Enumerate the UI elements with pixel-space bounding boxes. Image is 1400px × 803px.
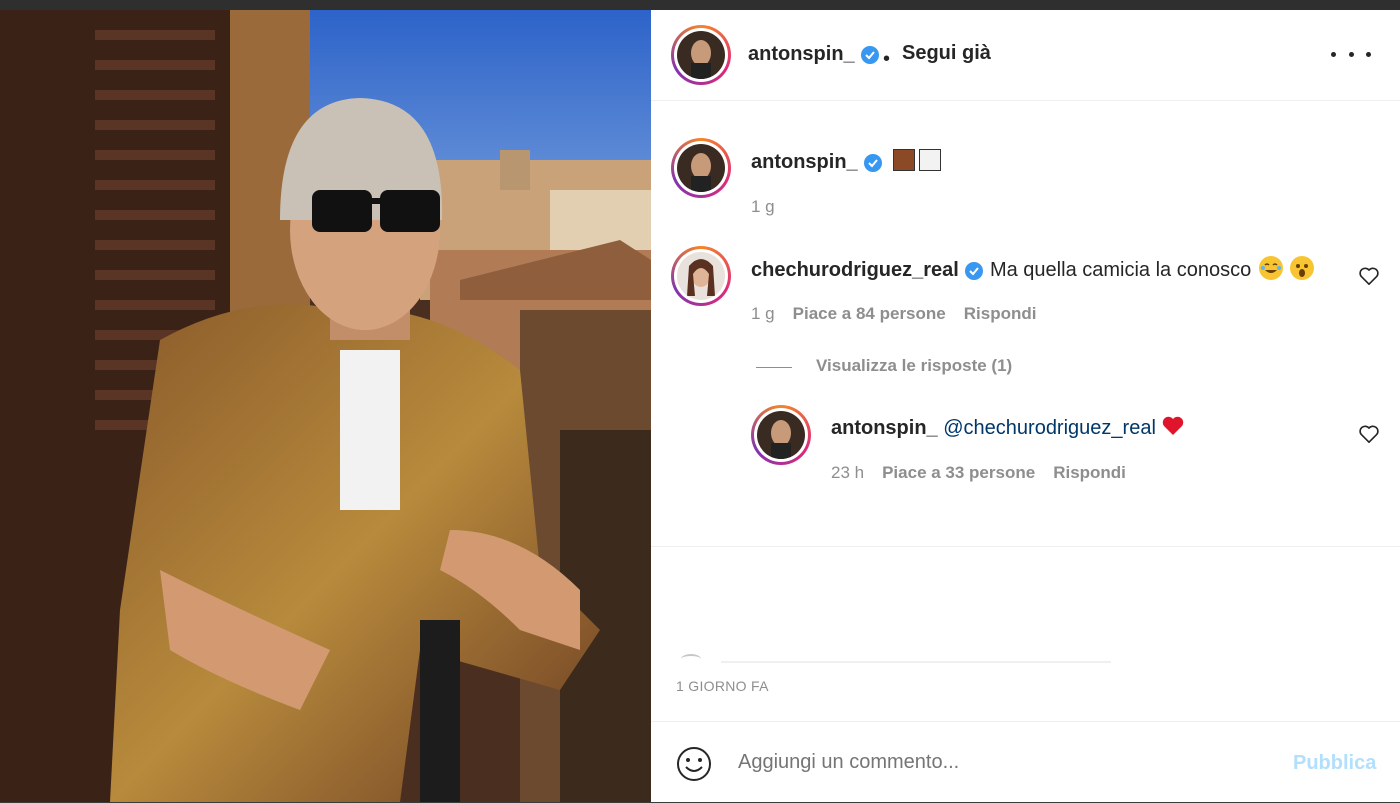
red-heart-emoji: [1163, 416, 1184, 435]
caption-text: antonspin_: [751, 149, 941, 174]
author-username: antonspin_: [748, 43, 855, 65]
post-modal: antonspin_ • Segui già antonspin_ 1 g ch…: [0, 10, 1400, 802]
post-comment-button[interactable]: Pubblica: [1293, 752, 1376, 775]
commenter-avatar[interactable]: [671, 246, 731, 306]
white-square-emoji: [918, 149, 941, 171]
reply-likes-link[interactable]: Piace a 33 persone: [882, 463, 1035, 482]
comments-panel: antonspin_ • Segui già antonspin_ 1 g ch…: [651, 10, 1400, 802]
brown-square-emoji: [892, 149, 915, 171]
verified-badge-icon: [965, 261, 984, 280]
caption-meta: 1 g: [751, 197, 775, 217]
comment-meta: 1 g Piace a 84 persone Rispondi: [751, 304, 1036, 324]
comments-divider: [651, 546, 1400, 547]
header-separator: •: [883, 48, 891, 70]
caption-avatar-image: [677, 144, 725, 192]
author-username-link[interactable]: antonspin_: [748, 43, 880, 66]
caption-author-avatar[interactable]: [671, 138, 731, 198]
reply-username[interactable]: antonspin_: [831, 417, 938, 439]
reply-button[interactable]: Rispondi: [964, 304, 1037, 323]
tears-of-joy-emoji: [1258, 256, 1283, 280]
following-button[interactable]: Segui già: [902, 42, 991, 65]
reply-text: antonspin_ @chechurodriguez_real: [831, 415, 1185, 440]
verified-badge-icon: [861, 45, 880, 64]
comment-time[interactable]: 1 g: [751, 304, 775, 323]
comments-list: antonspin_ 1 g chechurodriguez_real Ma q…: [651, 101, 1400, 551]
reply-button[interactable]: Rispondi: [1053, 463, 1126, 482]
like-comment-heart-icon[interactable]: [1358, 266, 1380, 286]
reply-avatar-image: [757, 411, 805, 459]
comment-input[interactable]: [736, 750, 1260, 775]
add-comment-bar: Pubblica: [651, 721, 1400, 803]
reply-author-avatar[interactable]: [751, 405, 811, 465]
comment-likes-link[interactable]: Piace a 84 persone: [793, 304, 946, 323]
view-replies-button[interactable]: Visualizza le risposte (1): [816, 356, 1012, 376]
caption-time[interactable]: 1 g: [751, 197, 775, 216]
astonished-emoji: [1290, 256, 1315, 280]
author-avatar-image: [677, 31, 725, 79]
post-photo[interactable]: [0, 10, 651, 802]
post-photo-illustration: [0, 10, 651, 802]
post-date[interactable]: 1 GIORNO FA: [676, 678, 769, 694]
like-reply-heart-icon[interactable]: [1358, 424, 1380, 444]
comment-username[interactable]: chechurodriguez_real: [751, 259, 959, 281]
post-header: antonspin_ • Segui già: [651, 10, 1400, 101]
commenter-avatar-image: [677, 252, 725, 300]
replies-divider: [756, 367, 792, 368]
caption-username[interactable]: antonspin_: [751, 151, 858, 173]
comment-text: chechurodriguez_real Ma quella camicia l…: [751, 256, 1315, 282]
comment-body: Ma quella camicia la conosco: [989, 259, 1252, 281]
more-options-icon[interactable]: [1331, 42, 1371, 66]
emoji-picker-icon[interactable]: [675, 745, 713, 783]
author-avatar[interactable]: [671, 25, 731, 85]
action-icon-partial: [681, 654, 701, 664]
verified-badge-icon: [864, 153, 883, 172]
reply-meta: 23 h Piace a 33 persone Rispondi: [831, 463, 1126, 483]
browser-top-strip: [0, 0, 1400, 10]
likes-placeholder-line: [721, 661, 1111, 663]
reply-mention-link[interactable]: @chechurodriguez_real: [943, 417, 1156, 439]
reply-time[interactable]: 23 h: [831, 463, 864, 482]
